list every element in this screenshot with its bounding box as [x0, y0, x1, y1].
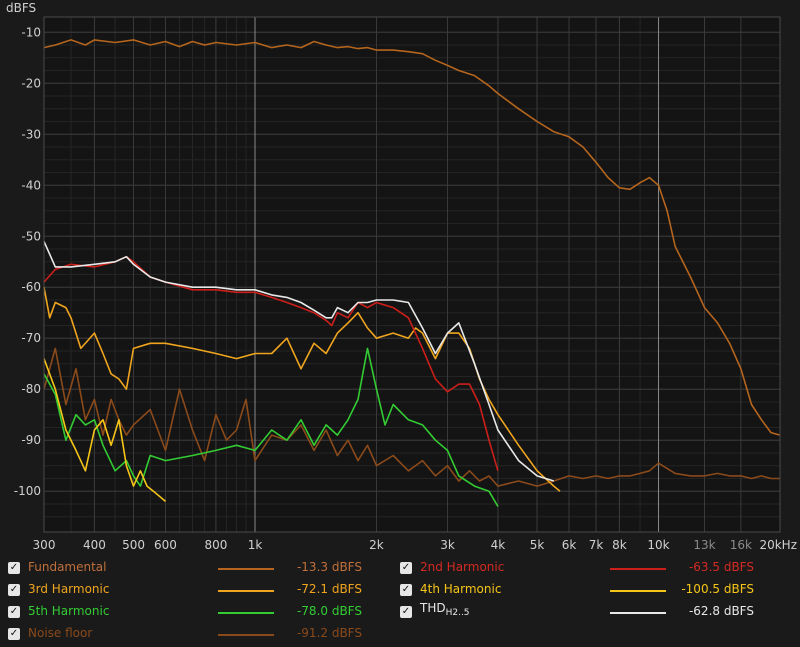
legend-item-noise-floor[interactable]: ✓: [8, 624, 20, 644]
x-tick-label: 5k: [530, 538, 545, 552]
y-axis-label: dBFS: [6, 1, 36, 15]
x-tick-label: 2k: [369, 538, 384, 552]
y-tick-label: -90: [21, 433, 41, 447]
x-tick-label: 4k: [491, 538, 506, 552]
y-tick-label: -70: [21, 331, 41, 345]
legend-value-noise-floor: -91.2 dBFS: [296, 626, 362, 640]
spectrum-chart: -10 -20 -30 -40 -50 -60 -70 -80 -90 -100 300 400 500…: [6, 1, 797, 552]
legend-item-4th-harmonic[interactable]: ✓: [400, 580, 412, 600]
y-tick-label: -80: [21, 382, 41, 396]
checkbox-noise-floor[interactable]: ✓: [8, 628, 20, 640]
x-tick-label: 10k: [647, 538, 669, 552]
x-tick-label: 16k: [730, 538, 752, 552]
legend-label-thd-sub: H2..5: [445, 608, 470, 618]
legend-label-5th-harmonic: 5th Harmonic: [28, 604, 110, 618]
checkbox-5th-harmonic[interactable]: ✓: [8, 606, 20, 618]
x-tick-label: 6k: [562, 538, 577, 552]
legend-item-2nd-harmonic[interactable]: ✓: [400, 558, 412, 578]
y-tick-label: -30: [21, 127, 41, 141]
x-tick-label: 1k: [248, 538, 263, 552]
legend-value-4th-harmonic: -100.5 dBFS: [681, 582, 754, 596]
legend-value-thd: -62.8 dBFS: [688, 604, 754, 618]
checkbox-4th-harmonic[interactable]: ✓: [400, 584, 412, 596]
legend-item-thd[interactable]: ✓: [400, 602, 412, 622]
x-tick-label: 500: [122, 538, 145, 552]
x-tick-label: 20kHz: [759, 538, 797, 552]
legend-value-2nd-harmonic: -63.5 dBFS: [688, 560, 754, 574]
x-tick-label: 7k: [589, 538, 604, 552]
x-tick-label: 13k: [693, 538, 715, 552]
legend-label-thd: THDH2..5: [420, 601, 470, 618]
legend-item-3rd-harmonic[interactable]: ✓: [8, 580, 20, 600]
x-tick-label: 400: [83, 538, 106, 552]
y-tick-label: -50: [21, 229, 41, 243]
y-tick-label: -100: [14, 484, 41, 498]
checkbox-fundamental[interactable]: ✓: [8, 562, 20, 574]
legend-value-fundamental: -13.3 dBFS: [296, 560, 362, 574]
legend-item-5th-harmonic[interactable]: ✓: [8, 602, 20, 622]
legend-label-fundamental: Fundamental: [28, 560, 107, 574]
y-tick-label: -60: [21, 280, 41, 294]
x-tick-label: 8k: [612, 538, 627, 552]
legend-value-3rd-harmonic: -72.1 dBFS: [296, 582, 362, 596]
x-tick-label: 300: [33, 538, 56, 552]
legend-label-2nd-harmonic: 2nd Harmonic: [420, 560, 505, 574]
x-tick-label: 3k: [440, 538, 455, 552]
legend-label-4th-harmonic: 4th Harmonic: [420, 582, 502, 596]
legend-label-thd-main: THD: [420, 601, 446, 615]
checkbox-3rd-harmonic[interactable]: ✓: [8, 584, 20, 596]
checkbox-2nd-harmonic[interactable]: ✓: [400, 562, 412, 574]
legend-item-fundamental[interactable]: ✓: [8, 558, 20, 578]
checkbox-thd[interactable]: ✓: [400, 606, 412, 618]
x-tick-label: 800: [204, 538, 227, 552]
y-tick-label: -20: [21, 76, 41, 90]
y-tick-label: -40: [21, 178, 41, 192]
legend-value-5th-harmonic: -78.0 dBFS: [296, 604, 362, 618]
legend-label-3rd-harmonic: 3rd Harmonic: [28, 582, 110, 596]
legend-label-noise-floor: Noise floor: [28, 626, 93, 640]
y-tick-label: -10: [21, 25, 41, 39]
x-tick-label: 600: [154, 538, 177, 552]
